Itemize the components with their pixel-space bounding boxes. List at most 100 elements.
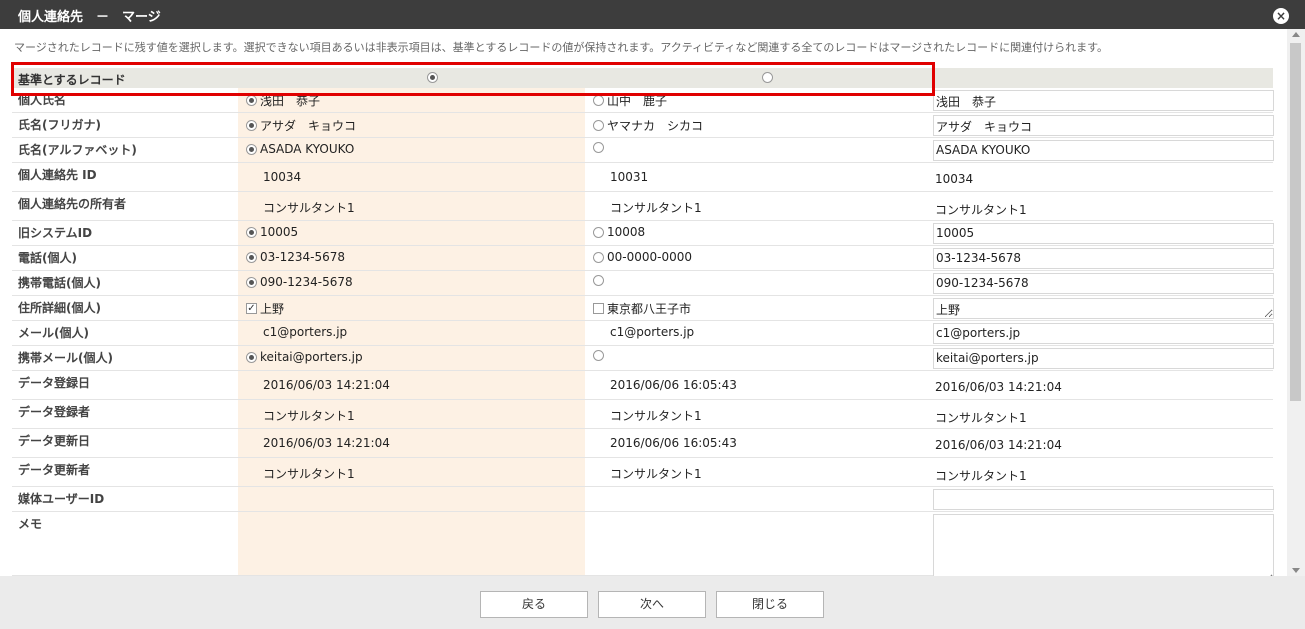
next-button[interactable]: 次へ	[598, 591, 706, 618]
row-label: 氏名(アルファベット)	[18, 143, 137, 157]
row-label: データ登録日	[18, 376, 91, 390]
result-input[interactable]	[933, 489, 1274, 510]
result-input[interactable]: c1@porters.jp	[933, 323, 1274, 344]
result-input[interactable]: 03-1234-5678	[933, 248, 1274, 269]
value-radio-b[interactable]	[593, 251, 604, 263]
row-label: 氏名(フリガナ)	[18, 118, 101, 132]
vertical-scrollbar[interactable]	[1287, 29, 1305, 576]
value-cell-b[interactable]: 東京都八王子市	[593, 300, 691, 317]
value-text-a: 10005	[260, 225, 299, 239]
table-row: メモ	[12, 512, 1274, 576]
value-text-b: ヤマナカ シカコ	[607, 119, 704, 133]
table-row: 氏名(フリガナ) アサダ キョウコ ヤマナカ シカコ アサダ キョウコ	[12, 113, 1274, 138]
value-cell-b[interactable]: 00-0000-0000	[593, 250, 692, 264]
dialog-title: 個人連絡先 － マージ	[18, 10, 161, 25]
value-cell-b: コンサルタント1	[593, 465, 702, 482]
back-button[interactable]: 戻る	[480, 591, 588, 618]
value-radio-a[interactable]	[246, 351, 257, 363]
result-input[interactable]: keitai@porters.jp	[933, 348, 1274, 369]
value-cell-a[interactable]: 090-1234-5678	[246, 275, 353, 289]
value-cell-b[interactable]	[593, 350, 607, 361]
value-checkbox-a[interactable]: ✓	[246, 303, 257, 314]
table-row: 住所詳細(個人) ✓ 上野 東京都八王子市	[12, 296, 1274, 321]
value-radio-a[interactable]	[246, 120, 257, 131]
row-label: 媒体ユーザーID	[18, 492, 105, 506]
value-radio-b[interactable]	[593, 95, 604, 106]
value-text-b: 10008	[607, 225, 646, 239]
value-text-a: 090-1234-5678	[260, 275, 353, 289]
value-cell-b[interactable]	[593, 142, 607, 153]
value-cell-b[interactable]: 山中 鹿子	[593, 92, 667, 109]
value-cell-a[interactable]: 浅田 恭子	[246, 92, 320, 109]
value-radio-b[interactable]	[593, 142, 604, 153]
value-cell-b[interactable]	[593, 275, 607, 286]
value-cell-a: 10034	[246, 170, 301, 184]
value-cell-a: コンサルタント1	[246, 199, 355, 216]
row-label: 個人連絡先の所有者	[18, 197, 127, 211]
scroll-up-icon[interactable]	[1292, 32, 1300, 37]
result-text: 10034	[935, 172, 974, 186]
value-text-a: コンサルタント1	[263, 201, 355, 215]
value-cell-a[interactable]: 10005	[246, 225, 298, 239]
table-row: データ更新日 2016/06/03 14:21:04 2016/06/06 16:0…	[12, 429, 1273, 458]
result-input[interactable]: 10005	[933, 223, 1274, 244]
table-row: 携帯メール(個人) keitai@porters.jp keitai@porters…	[12, 346, 1274, 371]
scroll-down-icon[interactable]	[1292, 568, 1300, 573]
value-cell-b: c1@porters.jp	[593, 325, 694, 339]
value-cell-b: 2016/06/06 16:05:43	[593, 436, 737, 450]
table-row: データ登録者 コンサルタント1 コンサルタント1 コンサルタント1	[12, 400, 1273, 429]
scrollbar-thumb[interactable]	[1290, 43, 1301, 401]
value-text-b: 東京都八王子市	[607, 302, 692, 316]
value-cell-a[interactable]: 03-1234-5678	[246, 250, 345, 264]
row-label: メモ	[18, 517, 43, 531]
value-cell-a[interactable]: ASADA KYOUKO	[246, 142, 354, 156]
value-cell-a: コンサルタント1	[246, 465, 355, 482]
value-text-b: 10031	[610, 170, 649, 184]
value-text-a: 2016/06/03 14:21:04	[263, 378, 390, 392]
base-record-radio-b[interactable]	[762, 72, 773, 83]
result-input[interactable]: アサダ キョウコ	[933, 115, 1274, 136]
result-input[interactable]: 浅田 恭子	[933, 90, 1274, 111]
result-input[interactable]: ASADA KYOUKO	[933, 140, 1274, 161]
value-radio-a[interactable]	[246, 226, 257, 238]
memo-textarea[interactable]	[933, 514, 1274, 576]
row-label: 携帯メール(個人)	[18, 351, 113, 365]
value-text-b: コンサルタント1	[610, 409, 702, 423]
result-text: コンサルタント1	[935, 469, 1027, 483]
value-cell-b[interactable]: 10008	[593, 225, 645, 239]
value-cell-b: コンサルタント1	[593, 407, 702, 424]
value-radio-a[interactable]	[246, 276, 257, 288]
value-radio-a[interactable]	[246, 251, 257, 263]
value-text-b: コンサルタント1	[610, 467, 702, 481]
dialog-titlebar: 個人連絡先 － マージ ×	[0, 0, 1305, 29]
value-radio-b[interactable]	[593, 120, 604, 131]
value-cell-a[interactable]: アサダ キョウコ	[246, 117, 356, 134]
table-row: 携帯電話(個人) 090-1234-5678 090-1234-5678	[12, 271, 1274, 296]
value-radio-b[interactable]	[593, 275, 604, 286]
value-text-a: 10034	[263, 170, 302, 184]
value-cell-a[interactable]: ✓ 上野	[246, 300, 284, 317]
value-radio-b[interactable]	[593, 350, 604, 361]
value-radio-a[interactable]	[246, 95, 257, 106]
value-text-a: 2016/06/03 14:21:04	[263, 436, 390, 450]
base-record-radio-a[interactable]	[427, 72, 438, 83]
row-label: 電話(個人)	[18, 251, 77, 265]
value-cell-a[interactable]: keitai@porters.jp	[246, 350, 363, 364]
value-radio-b[interactable]	[593, 226, 604, 238]
close-icon[interactable]: ×	[1273, 8, 1289, 24]
value-text-a: コンサルタント1	[263, 409, 355, 423]
table-row: データ登録日 2016/06/03 14:21:04 2016/06/06 16:0…	[12, 371, 1273, 400]
value-cell-a: 2016/06/03 14:21:04	[246, 436, 390, 450]
value-text-b: 00-0000-0000	[607, 250, 693, 264]
table-row: 氏名(アルファベット) ASADA KYOUKO ASADA KYOUKO	[12, 138, 1274, 163]
result-input[interactable]: 090-1234-5678	[933, 273, 1274, 294]
close-button[interactable]: 閉じる	[716, 591, 824, 618]
value-text-a: ASADA KYOUKO	[260, 142, 355, 156]
row-label: 携帯電話(個人)	[18, 276, 101, 290]
value-checkbox-b[interactable]	[593, 303, 604, 314]
row-label: データ登録者	[18, 405, 91, 419]
value-cell-b[interactable]: ヤマナカ シカコ	[593, 117, 703, 134]
value-text-a: 上野	[260, 302, 285, 316]
result-textarea[interactable]	[933, 298, 1274, 319]
value-radio-a[interactable]	[246, 143, 257, 155]
